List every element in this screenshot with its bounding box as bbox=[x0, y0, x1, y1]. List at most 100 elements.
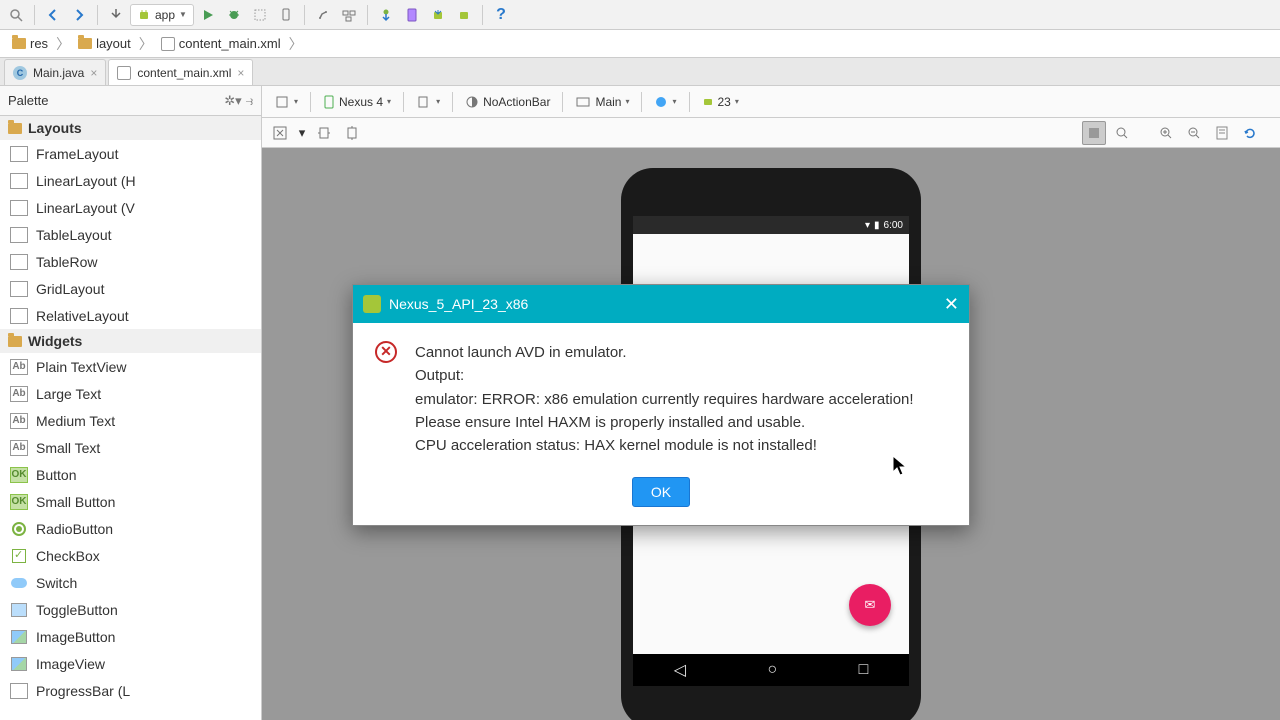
recent-icon: □ bbox=[859, 661, 869, 679]
folder-icon bbox=[8, 336, 22, 347]
breadcrumb-item[interactable]: layout bbox=[72, 34, 137, 53]
orientation-button[interactable]: ▾ bbox=[410, 90, 446, 114]
radio-icon bbox=[10, 521, 28, 537]
text-icon: Ab bbox=[10, 413, 28, 429]
palette-group-layouts[interactable]: Layouts bbox=[0, 116, 261, 140]
palette-item[interactable]: OKSmall Button bbox=[0, 488, 261, 515]
phone-time: 6:00 bbox=[884, 220, 903, 231]
height-mode-button[interactable] bbox=[340, 121, 364, 145]
palette-panel: Palette ✲▾ ⥽ Layouts FrameLayout LinearL… bbox=[0, 86, 262, 720]
profile-icon[interactable] bbox=[248, 3, 272, 27]
dialog-titlebar[interactable]: Nexus_5_API_23_x86 ✕ bbox=[353, 285, 969, 323]
dialog-message: Cannot launch AVD in emulator. Output: e… bbox=[415, 341, 914, 457]
sync-gradle-icon[interactable] bbox=[374, 3, 398, 27]
palette-item[interactable]: TableRow bbox=[0, 248, 261, 275]
folder-icon bbox=[12, 38, 26, 49]
close-icon[interactable]: × bbox=[237, 66, 244, 80]
viewport-button[interactable] bbox=[268, 121, 292, 145]
layout-icon bbox=[10, 173, 28, 189]
hide-icon[interactable]: ⥽ bbox=[246, 93, 253, 109]
android-monitor-icon[interactable] bbox=[452, 3, 476, 27]
zoom-actual-button[interactable] bbox=[1110, 121, 1134, 145]
search-icon[interactable] bbox=[4, 3, 28, 27]
run-config-dropdown[interactable]: app ▼ bbox=[130, 4, 194, 26]
palette-item[interactable]: AbMedium Text bbox=[0, 407, 261, 434]
checkbox-icon bbox=[10, 548, 28, 564]
make-icon[interactable] bbox=[104, 3, 128, 27]
layout-icon bbox=[10, 254, 28, 270]
palette-item[interactable]: CheckBox bbox=[0, 542, 261, 569]
palette-item[interactable]: RadioButton bbox=[0, 515, 261, 542]
palette-item[interactable]: AbPlain TextView bbox=[0, 353, 261, 380]
close-icon[interactable]: ✕ bbox=[944, 294, 959, 315]
breadcrumb-separator: 〉 bbox=[139, 34, 153, 54]
layout-variant-button[interactable]: ▾ bbox=[268, 90, 304, 114]
palette-item[interactable]: Switch bbox=[0, 569, 261, 596]
palette-item[interactable]: FrameLayout bbox=[0, 140, 261, 167]
editor-tab-content-main[interactable]: content_main.xml × bbox=[108, 59, 253, 85]
xml-file-icon bbox=[117, 66, 131, 80]
ok-button[interactable]: OK bbox=[632, 477, 690, 507]
design-view-button[interactable] bbox=[1082, 121, 1106, 145]
avd-manager-icon[interactable] bbox=[400, 3, 424, 27]
palette-title: Palette bbox=[8, 93, 48, 108]
progress-icon bbox=[10, 683, 28, 699]
run-config-label: app bbox=[155, 8, 175, 22]
palette-item[interactable]: ToggleButton bbox=[0, 596, 261, 623]
breadcrumb-separator: 〉 bbox=[289, 34, 303, 54]
locale-selector[interactable]: ▾ bbox=[648, 90, 682, 114]
phone-nav-bar: ◁ ○ □ bbox=[633, 654, 909, 686]
breadcrumb-item[interactable]: res bbox=[6, 34, 54, 53]
palette-item[interactable]: OKButton bbox=[0, 461, 261, 488]
palette-item[interactable]: ImageView bbox=[0, 650, 261, 677]
back-icon[interactable] bbox=[41, 3, 65, 27]
palette-item[interactable]: AbLarge Text bbox=[0, 380, 261, 407]
palette-group-widgets[interactable]: Widgets bbox=[0, 329, 261, 353]
settings-icon[interactable] bbox=[311, 3, 335, 27]
debug-icon[interactable] bbox=[222, 3, 246, 27]
design-view-toolbar: ▾ bbox=[262, 118, 1280, 148]
run-icon[interactable] bbox=[196, 3, 220, 27]
palette-item[interactable]: TableLayout bbox=[0, 221, 261, 248]
help-icon[interactable]: ? bbox=[489, 3, 513, 27]
palette-header: Palette ✲▾ ⥽ bbox=[0, 86, 261, 116]
forward-icon[interactable] bbox=[67, 3, 91, 27]
palette-item[interactable]: RelativeLayout bbox=[0, 302, 261, 329]
blueprint-button[interactable] bbox=[1210, 121, 1234, 145]
palette-item[interactable]: LinearLayout (V bbox=[0, 194, 261, 221]
device-selector[interactable]: Nexus 4▾ bbox=[317, 90, 397, 114]
attach-debugger-icon[interactable] bbox=[274, 3, 298, 27]
palette-item[interactable]: ProgressBar (L bbox=[0, 677, 261, 704]
editor-tab-main-java[interactable]: C Main.java × bbox=[4, 59, 106, 85]
activity-selector[interactable]: Main▾ bbox=[569, 90, 635, 114]
switch-icon bbox=[10, 575, 28, 591]
palette-item[interactable]: ImageButton bbox=[0, 623, 261, 650]
image-icon bbox=[10, 656, 28, 672]
breadcrumb-item[interactable]: content_main.xml bbox=[155, 34, 287, 53]
sdk-manager-icon[interactable] bbox=[426, 3, 450, 27]
button-icon: OK bbox=[10, 467, 28, 483]
close-icon[interactable]: × bbox=[90, 66, 97, 80]
theme-selector[interactable]: NoActionBar bbox=[459, 90, 556, 114]
gear-icon[interactable]: ✲▾ bbox=[224, 93, 241, 109]
fab-button[interactable]: ✉ bbox=[849, 584, 891, 626]
layout-icon bbox=[10, 281, 28, 297]
refresh-icon[interactable] bbox=[1238, 121, 1262, 145]
zoom-in-button[interactable] bbox=[1154, 121, 1178, 145]
palette-item[interactable]: LinearLayout (H bbox=[0, 167, 261, 194]
chevron-down-icon[interactable]: ▾ bbox=[296, 121, 308, 145]
layout-icon bbox=[10, 308, 28, 324]
signal-icon: ▮ bbox=[874, 220, 880, 231]
image-icon bbox=[10, 629, 28, 645]
dialog-body: ✕ Cannot launch AVD in emulator. Output:… bbox=[353, 323, 969, 473]
project-structure-icon[interactable] bbox=[337, 3, 361, 27]
breadcrumb-separator: 〉 bbox=[56, 34, 70, 54]
error-dialog: Nexus_5_API_23_x86 ✕ ✕ Cannot launch AVD… bbox=[352, 284, 970, 526]
width-mode-button[interactable] bbox=[312, 121, 336, 145]
zoom-out-button[interactable] bbox=[1182, 121, 1206, 145]
palette-item[interactable]: AbSmall Text bbox=[0, 434, 261, 461]
api-selector[interactable]: 23▾ bbox=[696, 90, 745, 114]
text-icon: Ab bbox=[10, 440, 28, 456]
palette-item[interactable]: GridLayout bbox=[0, 275, 261, 302]
phone-status-bar: ▾ ▮ 6:00 bbox=[633, 216, 909, 234]
